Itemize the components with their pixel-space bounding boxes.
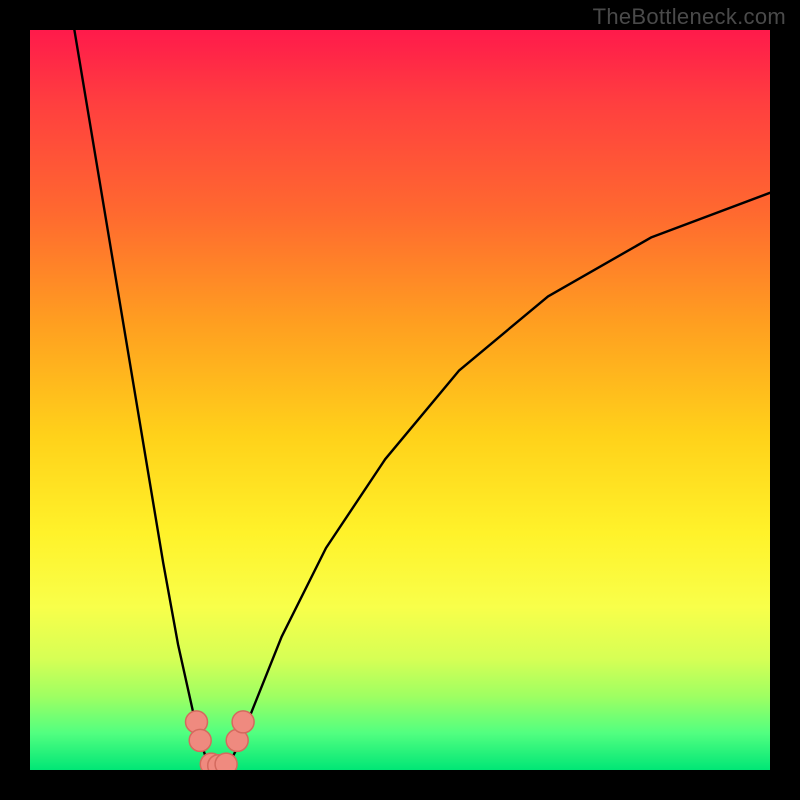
bottleneck-curve bbox=[74, 30, 770, 770]
chart-markers bbox=[186, 711, 255, 770]
chart-marker bbox=[189, 729, 211, 751]
chart-plot-area bbox=[30, 30, 770, 770]
chart-marker bbox=[215, 753, 237, 770]
chart-svg bbox=[30, 30, 770, 770]
chart-frame: TheBottleneck.com bbox=[0, 0, 800, 800]
chart-marker bbox=[232, 711, 254, 733]
watermark-text: TheBottleneck.com bbox=[593, 4, 786, 30]
